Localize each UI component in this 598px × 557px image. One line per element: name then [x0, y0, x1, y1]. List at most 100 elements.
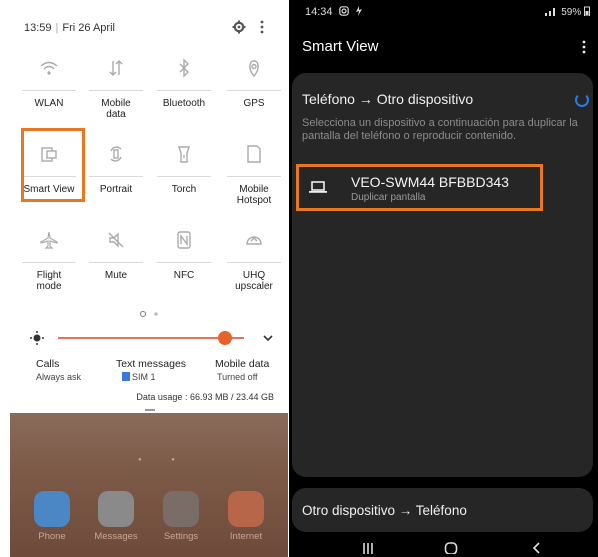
brightness-row [30, 328, 280, 348]
loading-spinner-icon [575, 93, 589, 107]
laptop-icon [309, 181, 327, 193]
brightness-icon [30, 331, 44, 345]
status-icons-right: 59% [544, 6, 590, 18]
mute-icon [108, 232, 124, 248]
tile-divider [89, 90, 143, 91]
tile-label: GPS [243, 98, 265, 109]
tile-mute[interactable]: Mute [81, 222, 151, 312]
portrait-icon [110, 146, 122, 162]
more-options-icon[interactable] [260, 20, 264, 34]
device-item[interactable]: VEO-SWM44 BFBBD343 Duplicar pantalla [296, 164, 543, 211]
tile-flight-mode[interactable]: Flight mode [14, 222, 84, 312]
mobile-data-title: Mobile data [215, 358, 270, 370]
tile-portrait[interactable]: Portrait [81, 136, 151, 226]
tile-divider [227, 176, 281, 177]
tile-label: Mobile Hotspot [236, 184, 272, 206]
tile-divider [157, 262, 211, 263]
tile-label: Mute [104, 270, 128, 281]
battery-icon [584, 6, 590, 17]
home-icon[interactable] [444, 540, 458, 554]
reverse-mirroring-label: Otro dispositivo → Teléfono [302, 503, 467, 518]
tile-label: Flight mode [36, 270, 62, 292]
more-options-icon-right[interactable] [582, 40, 586, 54]
panel-handle[interactable] [145, 409, 155, 411]
app-label: Messages [94, 531, 138, 542]
torch-icon [178, 146, 190, 163]
quick-settings-panel: 13:59 | Fri 26 April WLAN Mobile data Blueto… [10, 8, 288, 557]
text-messages-sub: SIM 1 [132, 372, 156, 382]
text-messages-title: Text messages [116, 358, 187, 370]
tile-uhq-upscaler[interactable]: UHQ upscaler [219, 222, 288, 312]
tile-divider [157, 90, 211, 91]
tile-divider [157, 176, 211, 177]
device-list-card: Teléfono → Otro dispositivo Selecciona u… [292, 73, 593, 477]
wifi-icon [40, 61, 58, 75]
battery-percent: 59% [561, 7, 582, 18]
home-screen-wallpaper: ● ● Phone Messages Settings Internet [10, 413, 288, 557]
back-icon[interactable] [530, 540, 544, 554]
status-bar-right: 14:34 [305, 6, 363, 18]
tile-divider [227, 90, 281, 91]
page-title: Smart View [302, 38, 379, 55]
data-usage: Data usage : 66.93 MB / 23.44 GB [136, 392, 274, 402]
sim-icon [122, 372, 130, 381]
status-separator: | [55, 22, 59, 34]
calls-info[interactable]: Calls Always ask [36, 358, 81, 382]
app-icon-phone[interactable] [34, 491, 70, 527]
section-heading: Teléfono → Otro dispositivo [302, 91, 474, 107]
tile-wifi[interactable]: WLAN [14, 50, 84, 140]
app-label: Phone [38, 531, 66, 542]
device-subtitle: Duplicar pantalla [351, 192, 426, 203]
section-description: Selecciona un dispositivo a continuación… [302, 117, 578, 142]
gear-icon[interactable] [232, 20, 246, 34]
navigation-bar [289, 540, 598, 557]
text-messages-info[interactable]: Text messages SIM 1 [116, 358, 186, 382]
notification-icon [355, 6, 362, 16]
tile-label: Portrait [99, 184, 133, 195]
home-page-indicator: ● ● [138, 457, 189, 463]
tile-divider [227, 262, 281, 263]
smart-view-highlight [21, 128, 85, 202]
page-indicator [140, 311, 158, 317]
calls-title: Calls [36, 358, 60, 370]
smart-view-screen: 14:34 59% Smart View Teléfono → Otro dis… [289, 0, 598, 557]
tile-mobile-hotspot[interactable]: Mobile Hotspot [219, 136, 288, 226]
calls-sub: Always ask [36, 372, 82, 382]
bluetooth-icon [179, 58, 189, 78]
uhq-upscaler-icon [246, 236, 262, 245]
tile-divider [89, 176, 143, 177]
chevron-down-icon[interactable] [262, 332, 274, 344]
mobile-data-sub: Turned off [217, 372, 258, 382]
tile-divider [22, 90, 76, 91]
nfc-icon [177, 231, 191, 249]
tile-label: UHQ upscaler [235, 270, 273, 292]
tile-label: Torch [171, 184, 197, 195]
reverse-mirroring-option[interactable]: Otro dispositivo → Teléfono [292, 488, 593, 532]
tile-gps[interactable]: GPS [219, 50, 288, 140]
app-icon-settings[interactable] [163, 491, 199, 527]
tile-divider [22, 262, 76, 263]
tile-bluetooth[interactable]: Bluetooth [149, 50, 219, 140]
tile-torch[interactable]: Torch [149, 136, 219, 226]
brightness-slider-knob[interactable] [218, 331, 233, 345]
tile-nfc[interactable]: NFC [149, 222, 219, 312]
mobile-data-info[interactable]: Mobile data Turned off [215, 358, 269, 382]
tile-label: Bluetooth [162, 98, 206, 109]
tile-mobile-data[interactable]: Mobile data [81, 50, 151, 140]
brightness-slider[interactable] [58, 337, 244, 339]
instagram-icon [338, 6, 349, 16]
status-time: 13:59 [24, 22, 52, 34]
tile-label: Mobile data [101, 98, 131, 120]
app-label: Settings [163, 531, 199, 542]
signal-icon [545, 8, 556, 16]
app-icon-internet[interactable] [228, 491, 264, 527]
status-date: Fri 26 April [62, 22, 115, 34]
app-label: Internet [229, 531, 263, 542]
flight-mode-icon [40, 231, 58, 249]
tile-label: WLAN [34, 98, 64, 109]
app-icon-messages[interactable] [98, 491, 134, 527]
recent-apps-icon[interactable] [361, 540, 375, 554]
tile-label: NFC [173, 270, 195, 281]
device-name: VEO-SWM44 BFBBD343 [351, 174, 509, 190]
status-bar: 13:59 | Fri 26 April [24, 22, 115, 34]
